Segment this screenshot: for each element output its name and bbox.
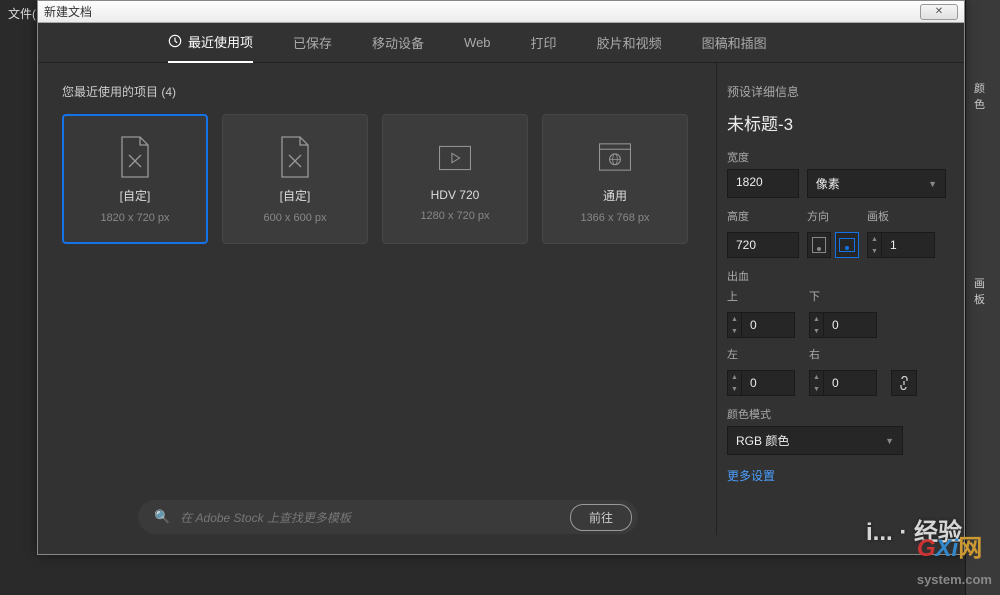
document-name-input[interactable]: 未标题-3	[727, 110, 946, 135]
play-icon	[438, 136, 472, 180]
preset-details-panel: 预设详细信息 未标题-3 宽度 1820 像素 ▼ 高度 720 方向	[716, 63, 964, 535]
chevron-down-icon: ▼	[928, 179, 937, 189]
bleed-right-value[interactable]: 0	[824, 371, 876, 395]
step-down-icon[interactable]: ▼	[810, 325, 824, 337]
preset-custom-2[interactable]: [自定] 600 x 600 px	[222, 114, 368, 244]
bleed-bottom-stepper[interactable]: ▲▼0	[809, 312, 877, 338]
dialog-title: 新建文档	[44, 3, 92, 20]
bleed-left-label: 左	[727, 346, 795, 362]
preset-hdv720[interactable]: HDV 720 1280 x 720 px	[382, 114, 528, 244]
color-mode-select[interactable]: RGB 颜色 ▼	[727, 426, 903, 455]
preset-dimensions: 1820 x 720 px	[100, 212, 169, 224]
bleed-right-label: 右	[809, 346, 877, 362]
search-placeholder[interactable]: 在 Adobe Stock 上查找更多模板	[180, 509, 560, 526]
link-icon	[897, 376, 911, 390]
bleed-left-stepper[interactable]: ▲▼0	[727, 370, 795, 396]
artboard-label: 画板	[867, 208, 935, 224]
height-label: 高度	[727, 208, 799, 224]
preset-custom-1[interactable]: [自定] 1820 x 720 px	[62, 114, 208, 244]
color-mode-value: RGB 颜色	[736, 432, 789, 449]
tab-saved[interactable]: 已保存	[293, 23, 332, 62]
bleed-bottom-label: 下	[809, 288, 877, 304]
artboard-count-stepper[interactable]: ▲▼ 1	[867, 232, 935, 258]
preset-name: [自定]	[120, 187, 151, 204]
preset-dimensions: 1366 x 768 px	[580, 212, 649, 224]
step-up-icon[interactable]: ▲	[728, 313, 742, 325]
orientation-landscape[interactable]	[835, 232, 859, 258]
orientation-label: 方向	[807, 208, 859, 224]
document-icon	[118, 135, 152, 179]
chevron-down-icon: ▼	[885, 436, 894, 446]
preset-dimensions: 600 x 600 px	[264, 212, 327, 224]
width-input[interactable]: 1820	[727, 169, 799, 198]
tab-label: 打印	[531, 33, 557, 52]
height-input[interactable]: 720	[727, 232, 799, 258]
preset-name: [自定]	[280, 187, 311, 204]
dialog-titlebar: 新建文档 ✕	[38, 1, 964, 23]
step-up-icon[interactable]: ▲	[728, 371, 742, 383]
tab-label: 图稿和插图	[702, 33, 767, 52]
details-heading: 预设详细信息	[727, 83, 946, 100]
tab-film-video[interactable]: 胶片和视频	[597, 23, 662, 62]
tab-label: 移动设备	[372, 33, 424, 52]
step-up-icon[interactable]: ▲	[868, 233, 882, 245]
tab-mobile[interactable]: 移动设备	[372, 23, 424, 62]
unit-value: 像素	[816, 175, 840, 192]
step-down-icon[interactable]: ▼	[868, 245, 882, 257]
bleed-link-toggle[interactable]	[891, 370, 917, 396]
preset-name: HDV 720	[431, 188, 480, 202]
watermark-gxi: GXi网 system.com	[917, 528, 992, 591]
category-tabs: 最近使用项 已保存 移动设备 Web 打印 胶片和视频 图稿和插图	[38, 23, 964, 63]
bleed-bottom-value[interactable]: 0	[824, 313, 876, 337]
tab-web[interactable]: Web	[464, 25, 491, 60]
recent-items-heading: 您最近使用的项目 (4)	[62, 83, 692, 100]
landscape-icon	[839, 238, 855, 252]
search-icon: 🔍	[154, 509, 170, 525]
orientation-portrait[interactable]	[807, 232, 831, 258]
tab-art-illustration[interactable]: 图稿和插图	[702, 23, 767, 62]
step-down-icon[interactable]: ▼	[728, 383, 742, 395]
portrait-icon	[812, 237, 826, 253]
tab-label: 胶片和视频	[597, 33, 662, 52]
bg-panel-artboard: 画板	[966, 120, 1000, 315]
document-icon	[278, 135, 312, 179]
preset-name: 通用	[603, 187, 627, 204]
tab-label: 已保存	[293, 33, 332, 52]
clock-icon	[168, 34, 182, 48]
bg-panel-color: 颜色	[966, 0, 1000, 120]
step-up-icon[interactable]: ▲	[810, 371, 824, 383]
width-label: 宽度	[727, 149, 946, 165]
tab-print[interactable]: 打印	[531, 23, 557, 62]
bleed-label: 出血	[727, 268, 946, 284]
new-document-dialog: 新建文档 ✕ 最近使用项 已保存 移动设备 Web 打印 胶片和视频 图稿和插图…	[37, 0, 965, 555]
bleed-top-label: 上	[727, 288, 795, 304]
close-button[interactable]: ✕	[920, 4, 958, 20]
preset-web-common[interactable]: 通用 1366 x 768 px	[542, 114, 688, 244]
step-up-icon[interactable]: ▲	[810, 313, 824, 325]
bleed-top-value[interactable]: 0	[742, 313, 794, 337]
color-mode-label: 颜色模式	[727, 406, 946, 422]
search-go-button[interactable]: 前往	[570, 504, 632, 531]
tab-recent[interactable]: 最近使用项	[168, 22, 253, 64]
more-settings-link[interactable]: 更多设置	[727, 467, 946, 484]
tab-label: 最近使用项	[188, 32, 253, 51]
unit-select[interactable]: 像素 ▼	[807, 169, 946, 198]
preset-area: 您最近使用的项目 (4) [自定] 1820 x 720 px [自定] 600…	[38, 63, 716, 535]
step-down-icon[interactable]: ▼	[810, 383, 824, 395]
artboard-value[interactable]: 1	[882, 233, 934, 257]
tab-label: Web	[464, 35, 491, 50]
bleed-top-stepper[interactable]: ▲▼0	[727, 312, 795, 338]
bleed-left-value[interactable]: 0	[742, 371, 794, 395]
bg-right-panel: 颜色 画板	[965, 0, 1000, 595]
web-icon	[598, 135, 632, 179]
step-down-icon[interactable]: ▼	[728, 325, 742, 337]
preset-dimensions: 1280 x 720 px	[420, 210, 489, 222]
bleed-right-stepper[interactable]: ▲▼0	[809, 370, 877, 396]
adobe-stock-search: 🔍 在 Adobe Stock 上查找更多模板 前往	[138, 500, 638, 534]
